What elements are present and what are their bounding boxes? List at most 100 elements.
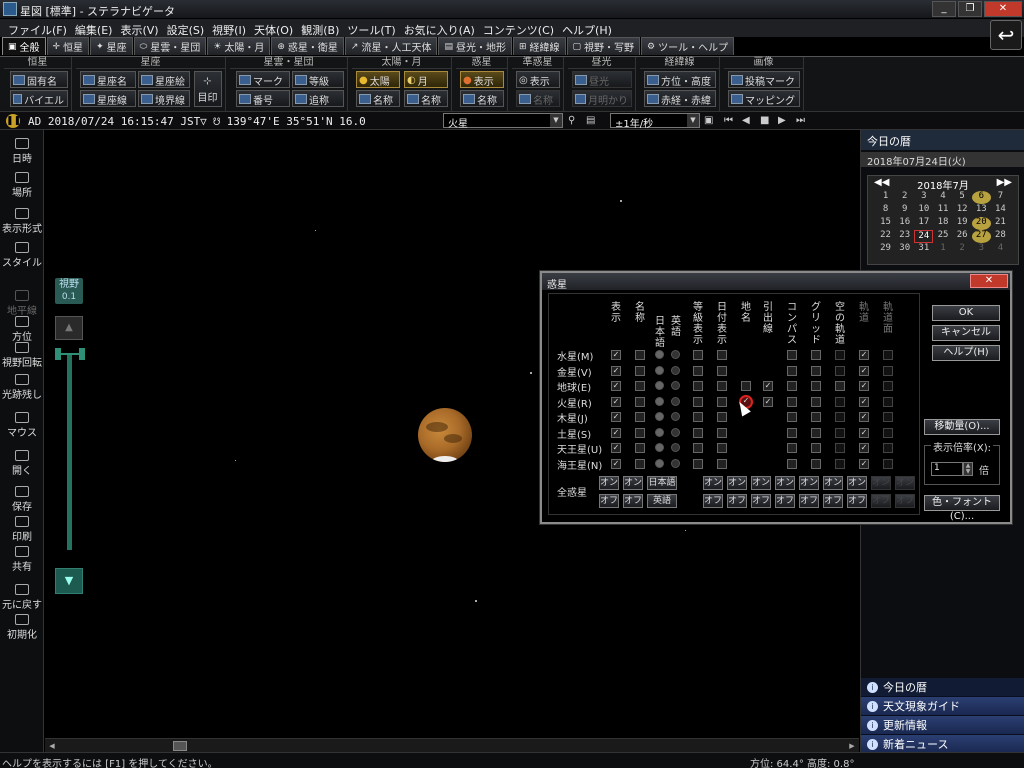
all-on-button[interactable]: オン — [823, 476, 843, 490]
planet-option-checkbox[interactable] — [883, 459, 893, 469]
calendar-day[interactable]: 21 — [991, 217, 1010, 230]
label-language-radio[interactable] — [671, 443, 680, 452]
calendar-day[interactable]: 27 — [971, 230, 991, 243]
left-tool[interactable]: 日時 — [0, 138, 44, 165]
planet-option-checkbox[interactable] — [717, 443, 727, 453]
planet-option-checkbox[interactable] — [787, 412, 797, 422]
calendar-day[interactable]: 23 — [895, 230, 914, 243]
planet-option-checkbox[interactable] — [787, 397, 797, 407]
label-language-radio[interactable] — [671, 350, 680, 359]
planet-option-checkbox[interactable] — [635, 397, 645, 407]
daylight-button[interactable]: 昼光 — [572, 71, 632, 88]
list-icon[interactable]: ▤ — [586, 115, 595, 126]
left-tool[interactable]: マウス — [0, 412, 44, 439]
planet-option-checkbox[interactable] — [835, 350, 845, 360]
panel-list-item[interactable]: i 天文現象ガイド — [861, 697, 1024, 716]
planet-option-checkbox[interactable] — [693, 397, 703, 407]
magnification-input[interactable]: 1 — [931, 462, 963, 476]
planet-option-checkbox[interactable]: ✓ — [611, 428, 621, 438]
left-tool[interactable]: 方位 — [0, 316, 44, 343]
calendar-day[interactable]: 9 — [895, 204, 914, 217]
all-on-button[interactable]: オン — [799, 476, 819, 490]
label-language-radio[interactable] — [655, 366, 664, 375]
azimuth-altitude-button[interactable]: 方位・高度 — [644, 71, 716, 88]
all-off-button[interactable]: オフ — [871, 494, 891, 508]
calendar-day[interactable]: 8 — [876, 204, 895, 217]
moon-name-button[interactable]: 名称 — [404, 90, 448, 107]
all-japanese-button[interactable]: 日本語 — [647, 476, 677, 490]
tab[interactable]: ☀ 太陽・月 — [207, 37, 271, 55]
tab[interactable]: ⊕ 惑星・衛星 — [271, 37, 344, 55]
calendar-day[interactable]: 17 — [914, 217, 933, 230]
dwarf-show-button[interactable]: ◎ 表示 — [516, 71, 560, 88]
planet-option-checkbox[interactable] — [693, 443, 703, 453]
calendar-day[interactable]: 31 — [914, 243, 933, 256]
planet-option-checkbox[interactable] — [693, 428, 703, 438]
menu-item[interactable]: 設定(S) — [163, 19, 209, 37]
planet-option-checkbox[interactable] — [693, 366, 703, 376]
planet-option-checkbox[interactable]: ✓ — [859, 443, 869, 453]
label-language-radio[interactable] — [671, 381, 680, 390]
cancel-button[interactable]: キャンセル — [932, 325, 1000, 341]
planet-option-checkbox[interactable] — [835, 412, 845, 422]
planet-option-checkbox[interactable] — [883, 412, 893, 422]
calendar-day[interactable]: 18 — [933, 217, 952, 230]
planet-option-checkbox[interactable]: ✓ — [611, 350, 621, 360]
planet-option-checkbox[interactable] — [717, 459, 727, 469]
marker-button[interactable]: ⊹ 目印 — [194, 71, 222, 107]
planet-option-checkbox[interactable] — [717, 428, 727, 438]
ra-dec-button[interactable]: 赤経・赤緯 — [644, 90, 716, 107]
menu-item[interactable]: ツール(T) — [343, 19, 399, 37]
all-on-button[interactable]: オン — [727, 476, 747, 490]
planet-option-checkbox[interactable] — [811, 366, 821, 376]
planet-option-checkbox[interactable] — [693, 350, 703, 360]
planet-option-checkbox[interactable] — [787, 443, 797, 453]
all-off-button[interactable]: オフ — [703, 494, 723, 508]
planet-option-checkbox[interactable] — [811, 397, 821, 407]
play-icon[interactable]: ▶ — [778, 115, 786, 126]
all-on-button[interactable]: オン — [623, 476, 643, 490]
zoom-out-button[interactable]: ▼ — [55, 568, 83, 594]
planet-option-checkbox[interactable]: ✓ — [611, 412, 621, 422]
search-icon[interactable]: ⚲ — [568, 115, 575, 126]
all-off-button[interactable]: オフ — [847, 494, 867, 508]
constellation-picture-button[interactable]: 星座絵 — [138, 71, 190, 88]
object-select[interactable]: 火星 ▼ — [443, 113, 563, 130]
planet-option-checkbox[interactable] — [717, 366, 727, 376]
horizontal-scrollbar[interactable]: ◀ ▶ — [45, 738, 859, 752]
calendar-day[interactable]: 4 — [933, 191, 952, 204]
fixed-name-button[interactable]: 固有名 — [10, 71, 68, 88]
tab[interactable]: ⚙ ツール・ヘルプ — [641, 37, 735, 55]
planet-option-checkbox[interactable] — [811, 428, 821, 438]
planet-option-checkbox[interactable] — [717, 381, 727, 391]
planet-option-checkbox[interactable] — [693, 412, 703, 422]
planet-option-checkbox[interactable] — [835, 397, 845, 407]
maximize-button[interactable]: ❐ — [958, 1, 982, 17]
label-language-radio[interactable] — [655, 350, 664, 359]
calendar-day[interactable]: 30 — [895, 243, 914, 256]
planet-option-checkbox[interactable] — [883, 350, 893, 360]
calendar-day[interactable]: 19 — [953, 217, 972, 230]
moonlight-button[interactable]: 月明かり — [572, 90, 632, 107]
color-font-button[interactable]: 色・フォント(C)... — [924, 495, 1000, 522]
tab[interactable]: ✦ 星座 — [90, 37, 133, 55]
calendar-day[interactable]: 3 — [972, 243, 991, 256]
all-off-button[interactable]: オフ — [799, 494, 819, 508]
planet-option-checkbox[interactable]: ✓ — [763, 397, 773, 407]
magnification-spinner[interactable]: ▲ ▼ — [963, 462, 973, 476]
left-tool[interactable]: 印刷 — [0, 516, 44, 543]
mapping-button[interactable]: マッピング — [728, 90, 800, 107]
planet-option-checkbox[interactable] — [835, 443, 845, 453]
bayer-button[interactable]: バイエル — [10, 90, 68, 107]
calendar-day[interactable]: 15 — [876, 217, 895, 230]
left-tool[interactable]: 地平線 — [0, 290, 44, 317]
nebula-extra-button[interactable]: 追称 — [292, 90, 344, 107]
calendar-day[interactable]: 2 — [895, 191, 914, 204]
planet-option-checkbox[interactable] — [883, 381, 893, 391]
calendar-day[interactable]: 5 — [953, 191, 972, 204]
planet-option-checkbox[interactable] — [717, 412, 727, 422]
label-language-radio[interactable] — [671, 412, 680, 421]
menu-item[interactable]: ヘルプ(H) — [558, 19, 616, 37]
label-language-radio[interactable] — [655, 412, 664, 421]
planet-option-checkbox[interactable] — [835, 428, 845, 438]
